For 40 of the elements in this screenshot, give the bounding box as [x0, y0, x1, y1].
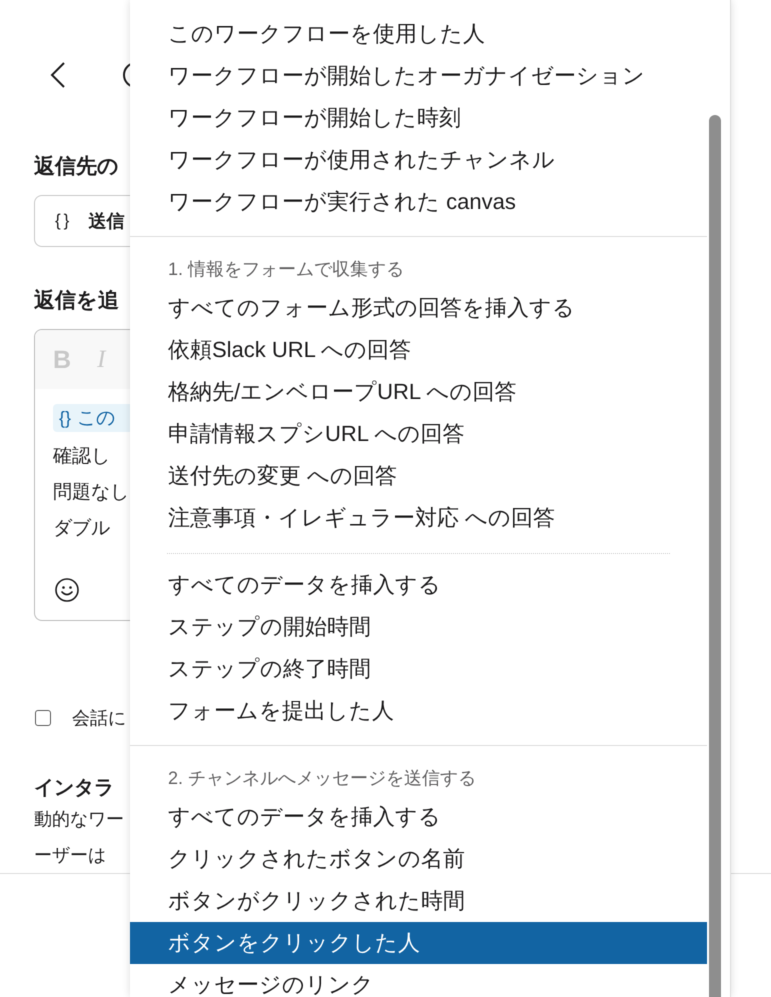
menu-item[interactable]: ワークフローが開始したオーガナイゼーション: [130, 55, 707, 97]
variable-name: この: [77, 407, 116, 431]
menu-item[interactable]: クリックされたボタンの名前: [130, 838, 707, 880]
menu-item[interactable]: すべてのデータを挿入する: [130, 564, 707, 606]
description-line: 動的なワー: [34, 808, 125, 831]
menu-item[interactable]: フォームを提出した人: [130, 690, 707, 732]
field-label: 返信を追: [34, 288, 120, 314]
menu-item[interactable]: ステップの開始時間: [130, 606, 707, 648]
menu-item[interactable]: ステップの終了時間: [130, 648, 707, 690]
menu-item[interactable]: ワークフローが実行された canvas: [130, 181, 707, 223]
menu-item[interactable]: 送付先の変更 への回答: [130, 455, 707, 497]
menu-item[interactable]: メッセージのリンク: [130, 964, 707, 997]
message-line: ダブル: [53, 517, 111, 541]
message-line: 問題なし: [53, 481, 130, 505]
section-title: インタラ: [34, 776, 115, 801]
menu-item[interactable]: ワークフローが使用されたチャンネル: [130, 139, 707, 181]
back-icon[interactable]: [50, 61, 66, 89]
menu-item[interactable]: すべてのフォーム形式の回答を挿入する: [130, 287, 707, 329]
menu-item[interactable]: ボタンがクリックされた時間: [130, 880, 707, 922]
menu-item[interactable]: すべてのデータを挿入する: [130, 796, 707, 838]
checkbox-label: 会話に: [72, 707, 126, 730]
menu-item[interactable]: ワークフローが開始した時刻: [130, 97, 707, 139]
braces-icon: {}: [59, 408, 72, 428]
variable-chip[interactable]: {} この: [53, 404, 130, 432]
field-label: 返信先の: [34, 154, 120, 180]
checkbox[interactable]: [35, 710, 51, 726]
braces-icon: {}: [55, 211, 72, 231]
menu-item[interactable]: 格納先/エンベロープURL への回答: [130, 371, 707, 413]
section-header: 1. 情報をフォームで収集する: [167, 258, 406, 281]
menu-item[interactable]: 注意事項・イレギュラー対応 への回答: [130, 497, 707, 539]
menu-item[interactable]: 依頼Slack URL への回答: [130, 329, 707, 371]
description-line: ーザーは: [34, 844, 107, 867]
message-line: 確認し: [53, 445, 111, 469]
menu-item[interactable]: 申請情報スプシURL への回答: [130, 413, 707, 455]
section-header: 2. チャンネルへメッセージを送信する: [167, 767, 478, 790]
menu-item[interactable]: ボタンをクリックした人: [130, 922, 707, 964]
emoji-icon[interactable]: [55, 578, 79, 602]
menu-item[interactable]: このワークフローを使用した人: [130, 13, 707, 55]
field-value: 送信: [88, 210, 124, 233]
scrollbar-thumb[interactable]: [709, 115, 721, 997]
